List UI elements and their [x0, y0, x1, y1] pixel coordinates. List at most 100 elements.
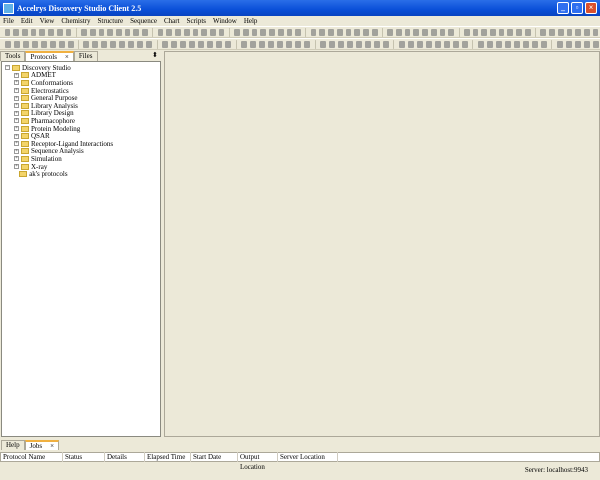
toolbar-button[interactable] [242, 28, 249, 36]
toolbar-button[interactable] [531, 40, 538, 48]
toolbar-button[interactable] [251, 28, 258, 36]
tree-item-user-protocols[interactable]: ak's protocols [5, 170, 160, 178]
expand-icon[interactable]: + [14, 103, 19, 109]
menu-chemistry[interactable]: Chemistry [61, 17, 90, 25]
expand-icon[interactable]: + [14, 110, 19, 116]
toolbar-button[interactable] [540, 28, 547, 36]
toolbar-button[interactable] [371, 28, 378, 36]
toolbar-button[interactable] [234, 28, 240, 36]
tab-files[interactable]: Files [73, 51, 98, 61]
toolbar-button[interactable] [565, 40, 572, 48]
toolbar-button[interactable] [346, 40, 353, 48]
toolbar-button[interactable] [319, 40, 326, 48]
expand-icon[interactable]: + [14, 72, 19, 78]
toolbar-button[interactable] [592, 28, 599, 36]
tree-item[interactable]: + Library Design [5, 109, 160, 117]
toolbar-button[interactable] [4, 28, 11, 36]
toolbar-button[interactable] [67, 40, 74, 48]
menu-view[interactable]: View [40, 17, 55, 25]
toolbar-button[interactable] [355, 40, 362, 48]
toolbar-button[interactable] [13, 28, 19, 36]
toolbar-button[interactable] [89, 28, 96, 36]
toolbar-button[interactable] [575, 28, 582, 36]
toolbar-button[interactable] [142, 28, 148, 36]
menu-structure[interactable]: Structure [97, 17, 123, 25]
tab-help[interactable]: Help [1, 440, 25, 450]
tree-item[interactable]: + Protein Modeling [5, 125, 160, 133]
column-header[interactable]: Elapsed Time [145, 452, 191, 462]
toolbar-button[interactable] [92, 40, 99, 48]
tab-protocols[interactable]: Protocols × [25, 51, 74, 61]
toolbar-button[interactable] [13, 40, 20, 48]
toolbar-button[interactable] [146, 40, 153, 48]
toolbar-button[interactable] [49, 40, 56, 48]
toolbar-button[interactable] [461, 40, 468, 48]
toolbar-button[interactable] [481, 28, 488, 36]
toolbar-button[interactable] [516, 28, 522, 36]
close-icon[interactable]: × [65, 53, 69, 61]
tree-item[interactable]: + Conformations [5, 79, 160, 87]
tree-item[interactable]: + Simulation [5, 155, 160, 163]
menu-help[interactable]: Help [244, 17, 258, 25]
toolbar-button[interactable] [98, 28, 105, 36]
toolbar-button[interactable] [107, 28, 113, 36]
toolbar-button[interactable] [373, 40, 380, 48]
column-header[interactable]: Start Date [191, 452, 238, 462]
expand-icon[interactable]: + [14, 141, 19, 147]
toolbar-button[interactable] [430, 28, 437, 36]
column-header[interactable]: Details [105, 452, 145, 462]
toolbar-button[interactable] [396, 28, 402, 36]
toolbar-button[interactable] [277, 28, 284, 36]
toolbar-button[interactable] [218, 28, 225, 36]
toolbar-button[interactable] [259, 40, 266, 48]
expand-icon[interactable]: + [14, 80, 19, 86]
toolbar-button[interactable] [166, 28, 173, 36]
toolbar-button[interactable] [336, 28, 343, 36]
toolbar-button[interactable] [310, 28, 317, 36]
toolbar-button[interactable] [268, 40, 275, 48]
toolbar-button[interactable] [328, 40, 335, 48]
toolbar-button[interactable] [486, 40, 493, 48]
close-icon[interactable]: × [50, 442, 54, 450]
toolbar-button[interactable] [58, 40, 65, 48]
menu-file[interactable]: File [3, 17, 14, 25]
toolbar-button[interactable] [198, 40, 205, 48]
toolbar-button[interactable] [31, 40, 38, 48]
column-header[interactable]: Protocol Name [1, 452, 63, 462]
toolbar-button[interactable] [22, 40, 29, 48]
toolbar-button[interactable] [216, 40, 223, 48]
menu-sequence[interactable]: Sequence [130, 17, 157, 25]
toolbar-button[interactable] [522, 40, 529, 48]
toolbar-button[interactable] [507, 28, 514, 36]
toolbar-button[interactable] [504, 40, 511, 48]
toolbar-button[interactable] [48, 28, 54, 36]
toolbar-button[interactable] [416, 40, 423, 48]
toolbar-button[interactable] [304, 40, 311, 48]
tree-item[interactable]: + General Purpose [5, 94, 160, 102]
toolbar-button[interactable] [363, 28, 369, 36]
toolbar-button[interactable] [566, 28, 573, 36]
toolbar-button[interactable] [452, 40, 459, 48]
toolbar-button[interactable] [277, 40, 284, 48]
toolbar-button[interactable] [443, 40, 450, 48]
tree-item-discovery-studio[interactable]: − Discovery Studio [5, 64, 160, 72]
expand-icon[interactable]: + [14, 156, 19, 162]
toolbar-button[interactable] [128, 40, 135, 48]
toolbar-button[interactable] [540, 40, 547, 48]
toolbar-button[interactable] [574, 40, 581, 48]
toolbar-button[interactable] [201, 28, 207, 36]
tab-tools[interactable]: Tools [0, 51, 26, 61]
toolbar-button[interactable] [162, 40, 169, 48]
toolbar-button[interactable] [592, 40, 599, 48]
tab-jobs[interactable]: Jobs × [24, 440, 60, 450]
toolbar-button[interactable] [110, 40, 117, 48]
toolbar-button[interactable] [407, 40, 414, 48]
expand-icon[interactable]: + [14, 148, 19, 154]
toolbar-button[interactable] [207, 40, 214, 48]
close-button[interactable]: × [585, 2, 597, 14]
toolbar-button[interactable] [490, 28, 496, 36]
toolbar-button[interactable] [337, 40, 344, 48]
toolbar-button[interactable] [183, 28, 190, 36]
workspace-area[interactable] [164, 51, 600, 437]
maximize-button[interactable]: ▫ [571, 2, 583, 14]
